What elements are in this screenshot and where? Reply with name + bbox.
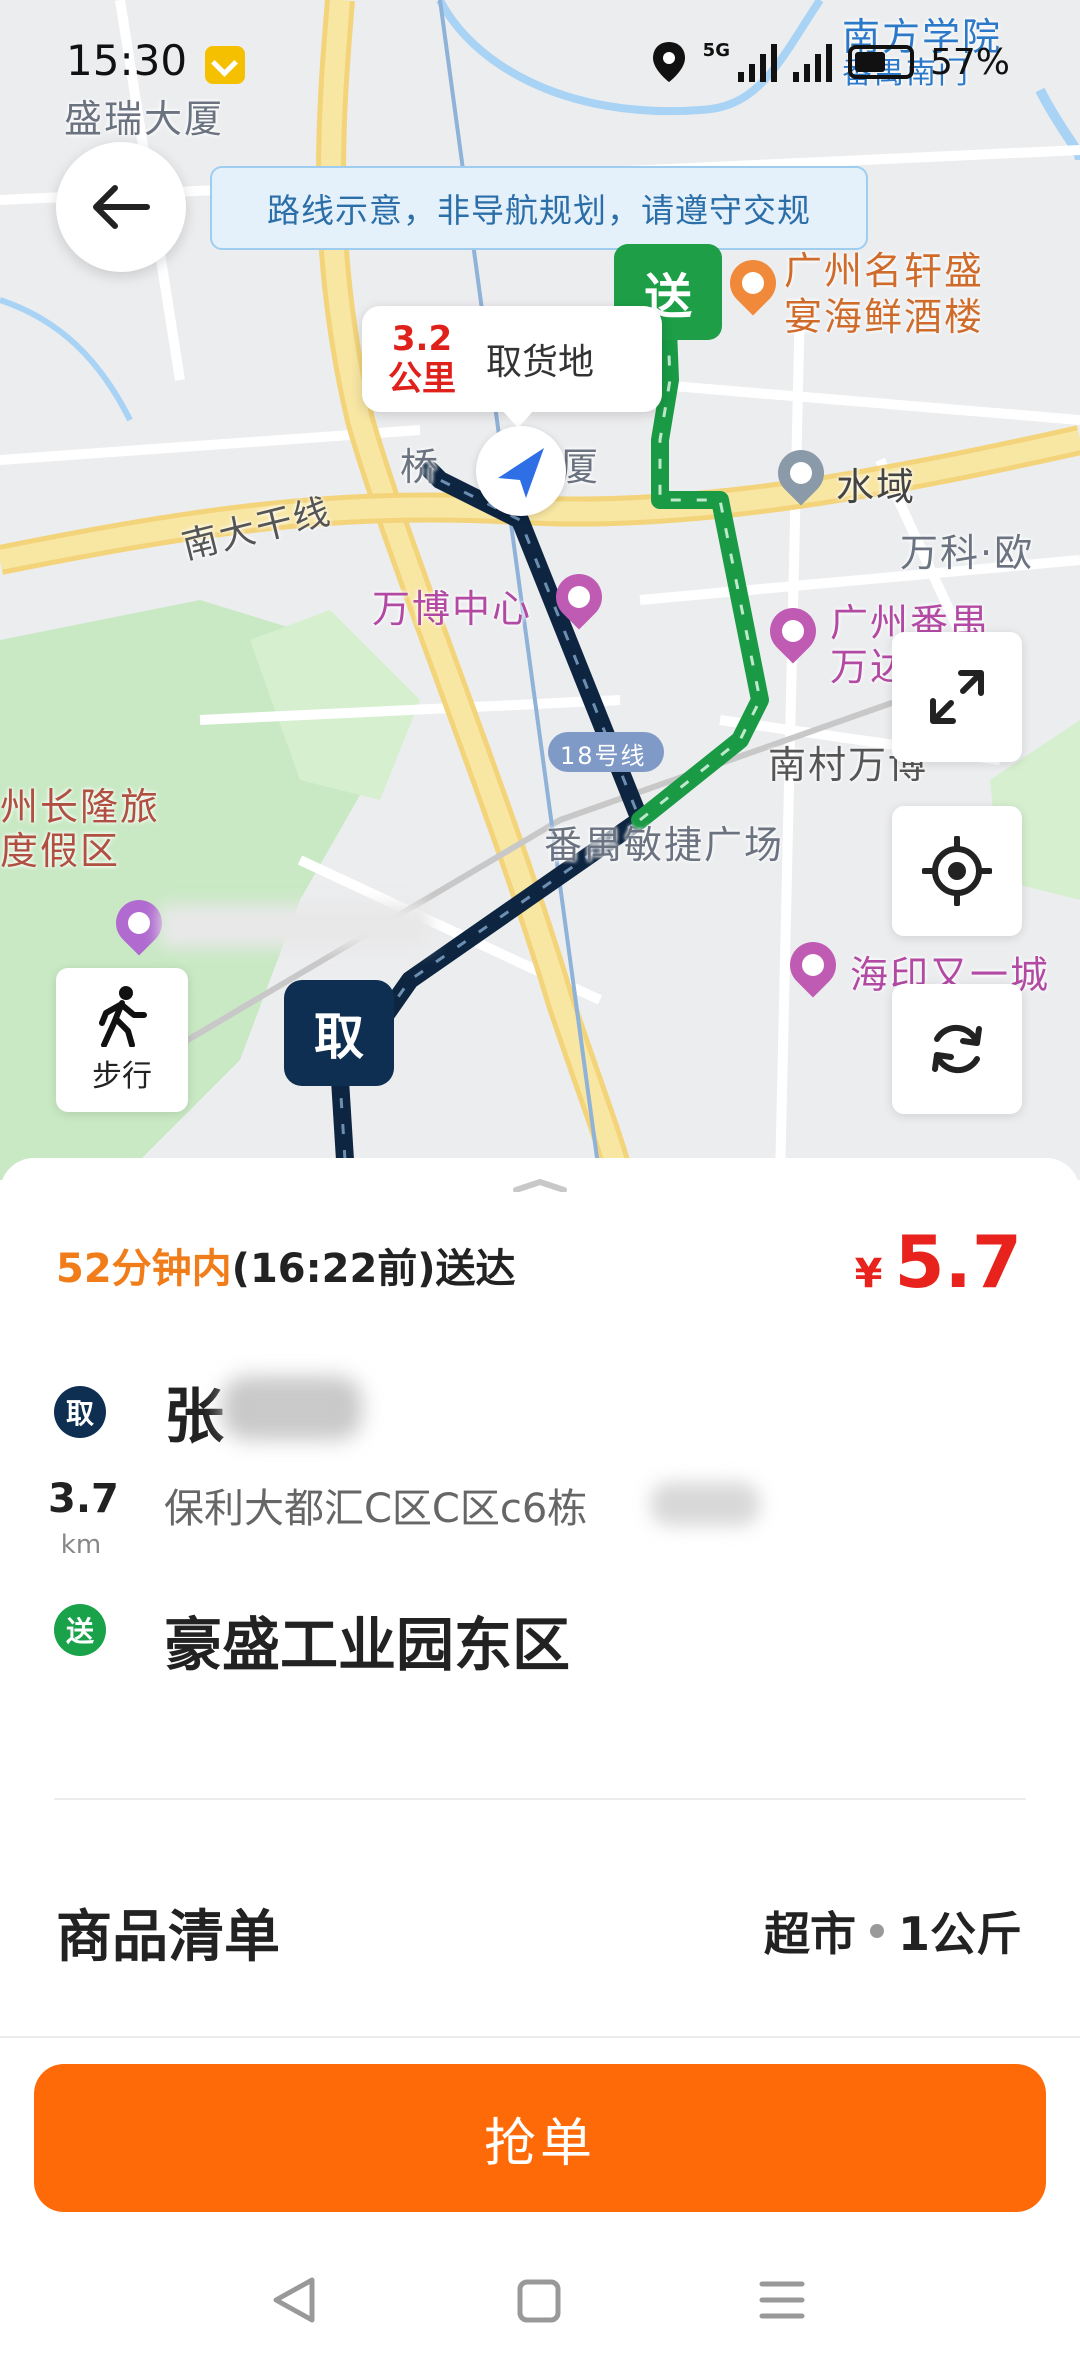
pickup-marker[interactable]: 取 — [284, 980, 394, 1086]
pickup-address: 保利大都汇C区C区c6栋 — [164, 1486, 588, 1532]
crosshair-icon — [922, 836, 992, 906]
map-label-wanbo: 万博中心 — [372, 587, 533, 631]
system-nav-bar — [0, 2240, 1080, 2360]
price-value: 5.7 — [894, 1220, 1022, 1304]
nav-menu-icon[interactable] — [759, 2281, 805, 2319]
status-bar: 15:30 5G 57% — [0, 0, 1080, 130]
distance-info: 3.2 公里 — [362, 319, 482, 399]
pickup-badge: 取 — [54, 1386, 106, 1438]
locate-button[interactable] — [892, 806, 1022, 936]
pickup-bubble-label: 取货地 — [486, 342, 595, 383]
eta-highlight: 52分钟内 — [56, 1246, 232, 1292]
grab-order-button[interactable]: 抢单 — [34, 2064, 1046, 2212]
battery-percent: 57% — [929, 41, 1010, 83]
back-button[interactable] — [56, 142, 186, 272]
location-icon — [652, 42, 685, 82]
status-icons: 5G 57% — [651, 40, 1010, 84]
nav-home-icon[interactable] — [517, 2279, 561, 2323]
price-currency: ¥ — [854, 1251, 883, 1297]
pickup-name: 张 — [164, 1382, 224, 1452]
distance-value: 3.2 — [391, 319, 453, 359]
status-time: 15:30 — [66, 36, 188, 85]
separator-dot-icon — [869, 1924, 884, 1938]
pickup-distance-unit: km — [60, 1530, 102, 1560]
walk-label: 步行 — [92, 1059, 152, 1094]
divider — [54, 1798, 1026, 1800]
my-location-marker — [476, 426, 566, 516]
dropoff-badge: 送 — [54, 1604, 106, 1656]
nav-buttons — [273, 2277, 805, 2323]
order-price: ¥ 5.7 — [855, 1220, 1022, 1304]
map-label-qiao: 桥 — [400, 445, 441, 489]
signal-icon — [737, 42, 777, 82]
arrow-left-icon — [93, 185, 150, 229]
map-label-qiao-building: 厦 — [560, 445, 601, 489]
route-notice: 路线示意，非导航规划，请遵守交规 — [210, 166, 868, 250]
fullscreen-button[interactable] — [892, 632, 1022, 762]
distance-unit: 公里 — [388, 359, 456, 399]
walk-mode-button[interactable]: 步行 — [56, 968, 188, 1112]
blurred-address — [650, 1482, 760, 1526]
order-sheet: 52分钟内(16:22前)送达 ¥ 5.7 取 张 3.7 km 保利大都汇C区… — [0, 1158, 1080, 2376]
blurred-label — [160, 904, 430, 948]
map-label-shuiyu: 水域 — [836, 465, 917, 509]
map-label-mingxuan2: 宴海鲜酒楼 — [784, 295, 985, 339]
navigation-arrow-icon — [498, 448, 544, 498]
goods-info[interactable]: 超市 1公斤 — [764, 1898, 1022, 1964]
divider — [0, 2036, 1080, 2038]
vip-badge-icon — [205, 46, 245, 84]
refresh-button[interactable] — [892, 984, 1022, 1114]
distance-bubble: 3.2 公里 取货地 — [362, 306, 662, 428]
refresh-icon — [932, 1024, 982, 1074]
network-type: 5G — [702, 40, 730, 61]
map-label-changlong2: 度假区 — [0, 829, 121, 873]
map-label-minjie: 番禺敏捷广场 — [544, 823, 785, 867]
goods-list-title[interactable]: 商品清单 — [56, 1892, 280, 1973]
nav-back-icon[interactable] — [273, 2277, 315, 2323]
sheet-handle-icon[interactable] — [512, 1178, 568, 1192]
eta-deadline: (16:22前)送达 — [231, 1246, 516, 1292]
blurred-name — [222, 1376, 362, 1440]
map-label-line18: 18号线 — [560, 742, 647, 770]
delivery-eta: 52分钟内(16:22前)送达 — [56, 1236, 516, 1294]
map-label-wanke: 万科·欧 — [900, 531, 1035, 575]
goods-category: 超市 — [763, 1907, 856, 1961]
expand-icon — [930, 670, 984, 724]
pickup-distance: 3.7 — [48, 1476, 119, 1522]
dropoff-name: 豪盛工业园东区 — [164, 1611, 571, 1679]
goods-weight: 1公斤 — [897, 1907, 1022, 1961]
battery-icon — [847, 45, 914, 79]
walking-person-icon — [99, 986, 147, 1047]
signal2-icon — [792, 42, 832, 82]
